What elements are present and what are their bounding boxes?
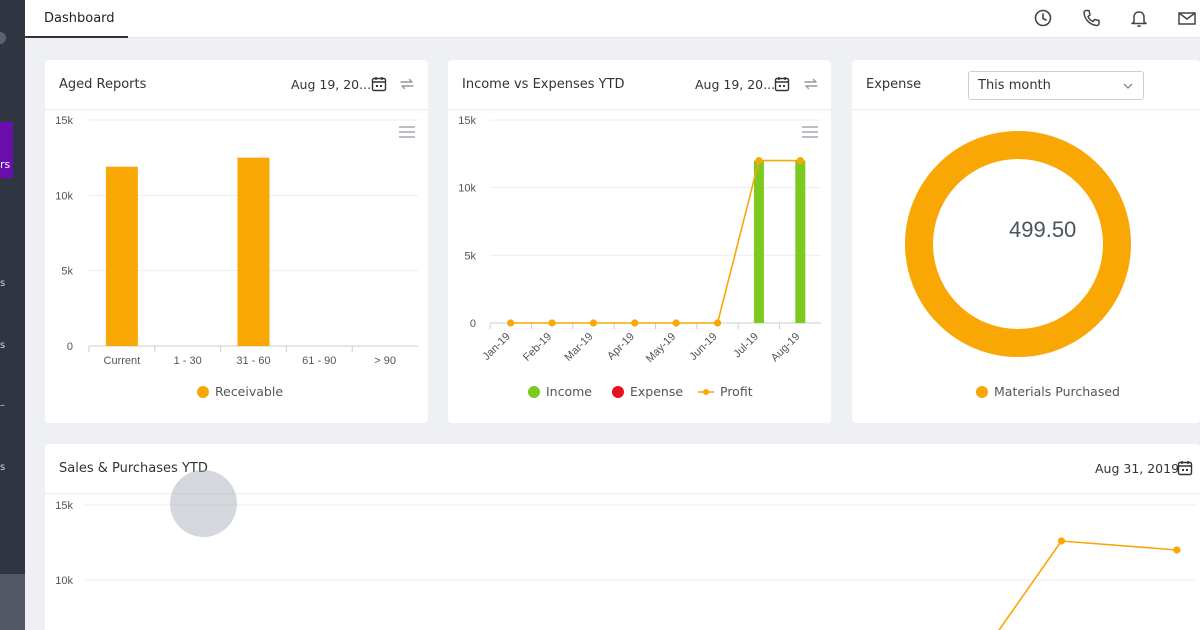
sales-point [1173, 546, 1181, 554]
x-tick-label: May-19 [644, 331, 678, 365]
income-bar-Aug-19 [795, 160, 806, 323]
sidebar: rs s s – s [0, 0, 25, 630]
bar-Current [105, 166, 138, 346]
sales-line-lead [998, 540, 1063, 630]
legend-income[interactable]: Income [528, 384, 592, 399]
aged-reports-card: Aged Reports Aug 19, 20... 0 5k 10k 15k Curr… [45, 60, 428, 423]
bar-31 - 60 [237, 157, 270, 346]
y-tick-label: 10k [55, 190, 73, 202]
legend-line-marker [698, 388, 714, 395]
legend-materials: Materials Purchased [994, 384, 1120, 399]
y-tick-label: 5k [464, 250, 476, 262]
bell-icon[interactable] [1128, 7, 1150, 29]
legend-expense[interactable]: Expense [612, 384, 683, 399]
y-tick-label: 5k [61, 266, 73, 278]
y-tick-label: 15k [55, 500, 73, 512]
x-tick-label: > 90 [374, 355, 396, 367]
cursor-highlight [170, 470, 237, 537]
x-tick-label: Mar-19 [562, 331, 595, 364]
phone-icon[interactable] [1080, 7, 1102, 29]
donut-center-value: 499.50 [1009, 217, 1077, 242]
legend-receivable: Receivable [215, 384, 284, 399]
profit-point-Apr-19 [631, 319, 639, 327]
income-expenses-chart: 0 5k 10k 15k Jan-19 Feb-19 Mar-19 Apr-19 May-19 J… [458, 115, 821, 365]
chart-legend[interactable]: Materials Purchased [976, 384, 1120, 399]
profit-point-Aug-19 [796, 157, 804, 165]
top-bar: Dashboard [25, 0, 1200, 38]
sidebar-item-label: rs [0, 158, 11, 171]
tab-dashboard[interactable]: Dashboard [25, 0, 128, 38]
profit-point-Jul-19 [755, 157, 763, 165]
sales-line [1061, 540, 1177, 551]
profit-point-Jun-19 [713, 319, 722, 327]
x-tick-label: Current [104, 355, 141, 367]
income-bar-Jul-19 [753, 160, 764, 323]
chart-legend[interactable]: Receivable [197, 384, 283, 399]
profit-point-Feb-19 [548, 319, 556, 327]
legend-expense-label: Expense [630, 384, 684, 399]
sidebar-footer [0, 574, 25, 630]
y-tick-label: 10k [458, 183, 476, 195]
clock-icon[interactable] [1032, 7, 1054, 29]
y-tick-label: 15k [55, 115, 73, 127]
legend-dot [197, 385, 209, 398]
legend-dot [528, 385, 540, 398]
donut-slice-materials [905, 131, 1131, 357]
x-tick-label: 1 - 30 [174, 355, 202, 367]
sales-purchases-card: Sales & Purchases YTD Aug 31, 2019 10k 15… [45, 444, 1200, 630]
x-tick-label: Jun-19 [687, 331, 719, 363]
aged-reports-chart: 0 5k 10k 15k Current 1 - 30 31 - 60 61 - 90 > 90 [55, 115, 418, 367]
legend-profit-label: Profit [720, 384, 753, 399]
logo [0, 32, 6, 44]
legend-profit[interactable]: Profit [698, 384, 753, 399]
x-tick-label: Jul-19 [731, 331, 761, 361]
legend-dot [976, 385, 988, 398]
profit-point-May-19 [672, 319, 680, 327]
sidebar-item-label[interactable]: s [0, 462, 5, 473]
sidebar-item-label[interactable]: s [0, 340, 5, 351]
sales-purchases-chart: 10k 15k [55, 500, 1195, 630]
income-expenses-card: Income vs Expenses YTD Aug 19, 20... 0 5k… [448, 60, 831, 423]
sidebar-item-label[interactable]: s [0, 278, 5, 289]
x-tick-label: Jan-19 [481, 331, 513, 363]
legend-dot [612, 385, 624, 398]
x-tick-label: Aug-19 [769, 331, 803, 365]
x-tick-label: Feb-19 [521, 331, 554, 364]
mail-icon[interactable] [1176, 7, 1198, 29]
y-tick-label: 10k [55, 575, 73, 587]
y-tick-label: 0 [470, 318, 476, 330]
profit-point-Jan-19 [507, 319, 515, 327]
legend-income-label: Income [546, 384, 592, 399]
sidebar-item-label[interactable]: – [0, 400, 5, 411]
sidebar-item-active[interactable]: rs [0, 122, 13, 178]
x-tick-label: Apr-19 [605, 331, 637, 363]
sales-point [1057, 537, 1065, 545]
x-tick-label: 31 - 60 [236, 355, 270, 367]
y-tick-label: 0 [67, 341, 73, 353]
expense-card: Expense This month 499.50 Materials Purc… [852, 60, 1200, 423]
profit-point-Mar-19 [589, 319, 598, 327]
y-tick-label: 15k [458, 115, 476, 127]
x-tick-label: 61 - 90 [302, 355, 336, 367]
